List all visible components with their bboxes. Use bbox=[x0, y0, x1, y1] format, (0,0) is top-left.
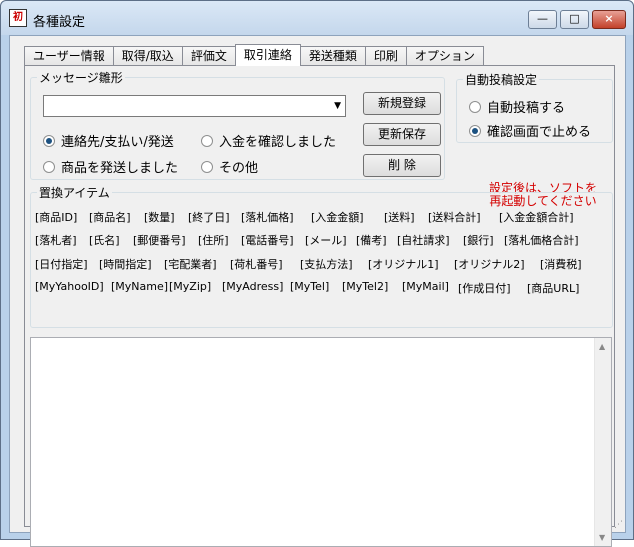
replace-tag[interactable]: [荷札番号] bbox=[230, 256, 283, 272]
chevron-down-icon[interactable]: ▼ bbox=[334, 101, 341, 111]
replace-tag[interactable]: [自社請求] bbox=[397, 232, 450, 248]
tab-options[interactable]: オプション bbox=[405, 46, 484, 66]
tab-shipping-types[interactable]: 発送種類 bbox=[299, 46, 366, 66]
replace-tag[interactable]: [銀行] bbox=[463, 232, 494, 248]
replace-tag[interactable]: [落札価格] bbox=[241, 209, 294, 225]
replace-tag[interactable]: [MyTel] bbox=[290, 280, 329, 293]
radio-other[interactable]: その他 bbox=[201, 157, 258, 176]
replace-tag[interactable]: [送料合計] bbox=[428, 209, 481, 225]
replace-tag[interactable]: [入金金額合計] bbox=[499, 209, 574, 225]
radio-label: その他 bbox=[219, 161, 259, 176]
title-bar[interactable]: 初 各種設定 — □ × bbox=[1, 1, 633, 35]
replace-tag[interactable]: [MyZip] bbox=[169, 280, 211, 293]
radio-label: 連絡先/支払い/発送 bbox=[61, 135, 174, 150]
radio-dot-icon bbox=[469, 124, 481, 137]
radio-label: 入金を確認しました bbox=[219, 135, 337, 150]
replace-tag[interactable]: [落札価格合計] bbox=[504, 232, 579, 248]
replace-tag[interactable]: [オリジナル1] bbox=[368, 256, 439, 272]
tab-panel-transaction-contact: メッセージ雛形 ▼ 連絡先/支払い/発送 入金を確認しました 商品を発送しました bbox=[24, 65, 615, 547]
template-combo[interactable]: ▼ bbox=[43, 95, 346, 117]
tab-evaluation[interactable]: 評価文 bbox=[181, 46, 236, 66]
replace-tag[interactable]: [MyName] bbox=[111, 280, 168, 293]
replace-tag[interactable]: [住所] bbox=[198, 232, 229, 248]
replace-tag[interactable]: [数量] bbox=[144, 209, 175, 225]
replace-items-label: 置換アイテム bbox=[37, 184, 112, 201]
replace-tag[interactable]: [MyAdress] bbox=[222, 280, 283, 293]
radio-auto-post[interactable]: 自動投稿する bbox=[469, 97, 565, 116]
radio-dot-icon bbox=[43, 134, 55, 147]
tab-transaction-contact[interactable]: 取引連絡 bbox=[234, 44, 301, 66]
replace-tag[interactable]: [消費税] bbox=[540, 256, 582, 272]
replace-tag[interactable]: [電話番号] bbox=[241, 232, 294, 248]
replace-tag[interactable]: [支払方法] bbox=[300, 256, 353, 272]
message-editor[interactable]: ▲ ▼ bbox=[30, 337, 612, 547]
tab-strip: ユーザー情報 取得/取込 評価文 取引連絡 発送種類 印刷 オプション bbox=[24, 44, 484, 66]
message-template-group: メッセージ雛形 ▼ 連絡先/支払い/発送 入金を確認しました 商品を発送しました bbox=[30, 69, 445, 180]
resize-grip-icon[interactable]: ⋰ bbox=[614, 520, 623, 530]
delete-button[interactable]: 削 除 bbox=[363, 154, 441, 177]
radio-item-shipped[interactable]: 商品を発送しました bbox=[43, 157, 178, 176]
radio-dot-icon bbox=[469, 100, 481, 113]
replace-tag[interactable]: [オリジナル2] bbox=[454, 256, 525, 272]
replace-tag[interactable]: [メール] bbox=[305, 232, 347, 248]
radio-label: 商品を発送しました bbox=[61, 161, 179, 176]
auto-post-group: 自動投稿設定 自動投稿する 確認画面で止める bbox=[456, 71, 613, 143]
close-button[interactable]: × bbox=[592, 10, 626, 29]
radio-payment-confirmed[interactable]: 入金を確認しました bbox=[201, 131, 336, 150]
tab-user-info[interactable]: ユーザー情報 bbox=[24, 46, 114, 66]
radio-stop-at-confirm[interactable]: 確認画面で止める bbox=[469, 121, 591, 140]
replace-tag[interactable]: [商品名] bbox=[89, 209, 131, 225]
client-area: ユーザー情報 取得/取込 評価文 取引連絡 発送種類 印刷 オプション メッセー… bbox=[9, 35, 626, 547]
tab-fetch-import[interactable]: 取得/取込 bbox=[112, 46, 183, 66]
scroll-down-icon[interactable]: ▼ bbox=[599, 533, 605, 542]
replace-tag[interactable]: [送料] bbox=[384, 209, 415, 225]
replace-tag[interactable]: [商品ID] bbox=[35, 209, 77, 225]
scroll-up-icon[interactable]: ▲ bbox=[599, 342, 605, 351]
replace-tag[interactable]: [MyMail] bbox=[402, 280, 449, 293]
maximize-button[interactable]: □ bbox=[560, 10, 589, 29]
message-template-label: メッセージ雛形 bbox=[37, 69, 125, 86]
editor-scrollbar[interactable]: ▲ ▼ bbox=[594, 338, 611, 546]
replace-tag[interactable]: [MyYahooID] bbox=[35, 280, 104, 293]
new-register-button[interactable]: 新規登録 bbox=[363, 92, 441, 115]
radio-dot-icon bbox=[201, 160, 213, 173]
minimize-button[interactable]: — bbox=[528, 10, 557, 29]
replace-tag[interactable]: [日付指定] bbox=[35, 256, 88, 272]
replace-tag[interactable]: [落札者] bbox=[35, 232, 77, 248]
replace-items-group: 置換アイテム [商品ID] [商品名] [数量] [終了日] [落札価格] [入… bbox=[30, 184, 613, 328]
radio-label: 確認画面で止める bbox=[487, 125, 592, 140]
replace-tag[interactable]: [備考] bbox=[356, 232, 387, 248]
replace-tag[interactable]: [郵便番号] bbox=[133, 232, 186, 248]
radio-label: 自動投稿する bbox=[487, 101, 566, 116]
replace-tag[interactable]: [作成日付] bbox=[458, 280, 511, 296]
replace-tag[interactable]: [MyTel2] bbox=[342, 280, 388, 293]
radio-dot-icon bbox=[201, 134, 213, 147]
replace-tag[interactable]: [氏名] bbox=[89, 232, 120, 248]
update-save-button[interactable]: 更新保存 bbox=[363, 123, 441, 146]
replace-tag[interactable]: [商品URL] bbox=[527, 280, 579, 296]
radio-contact-payment-shipping[interactable]: 連絡先/支払い/発送 bbox=[43, 131, 174, 150]
auto-post-label: 自動投稿設定 bbox=[463, 71, 540, 88]
window-title: 各種設定 bbox=[33, 15, 86, 30]
settings-window: 初 各種設定 — □ × ユーザー情報 取得/取込 評価文 取引連絡 発送種類 … bbox=[0, 0, 634, 547]
replace-tag[interactable]: [時間指定] bbox=[99, 256, 152, 272]
replace-tag[interactable]: [宅配業者] bbox=[164, 256, 217, 272]
app-icon: 初 bbox=[9, 9, 27, 27]
replace-tag[interactable]: [終了日] bbox=[188, 209, 230, 225]
tab-print[interactable]: 印刷 bbox=[364, 46, 407, 66]
replace-tag[interactable]: [入金金額] bbox=[311, 209, 364, 225]
radio-dot-icon bbox=[43, 160, 55, 173]
